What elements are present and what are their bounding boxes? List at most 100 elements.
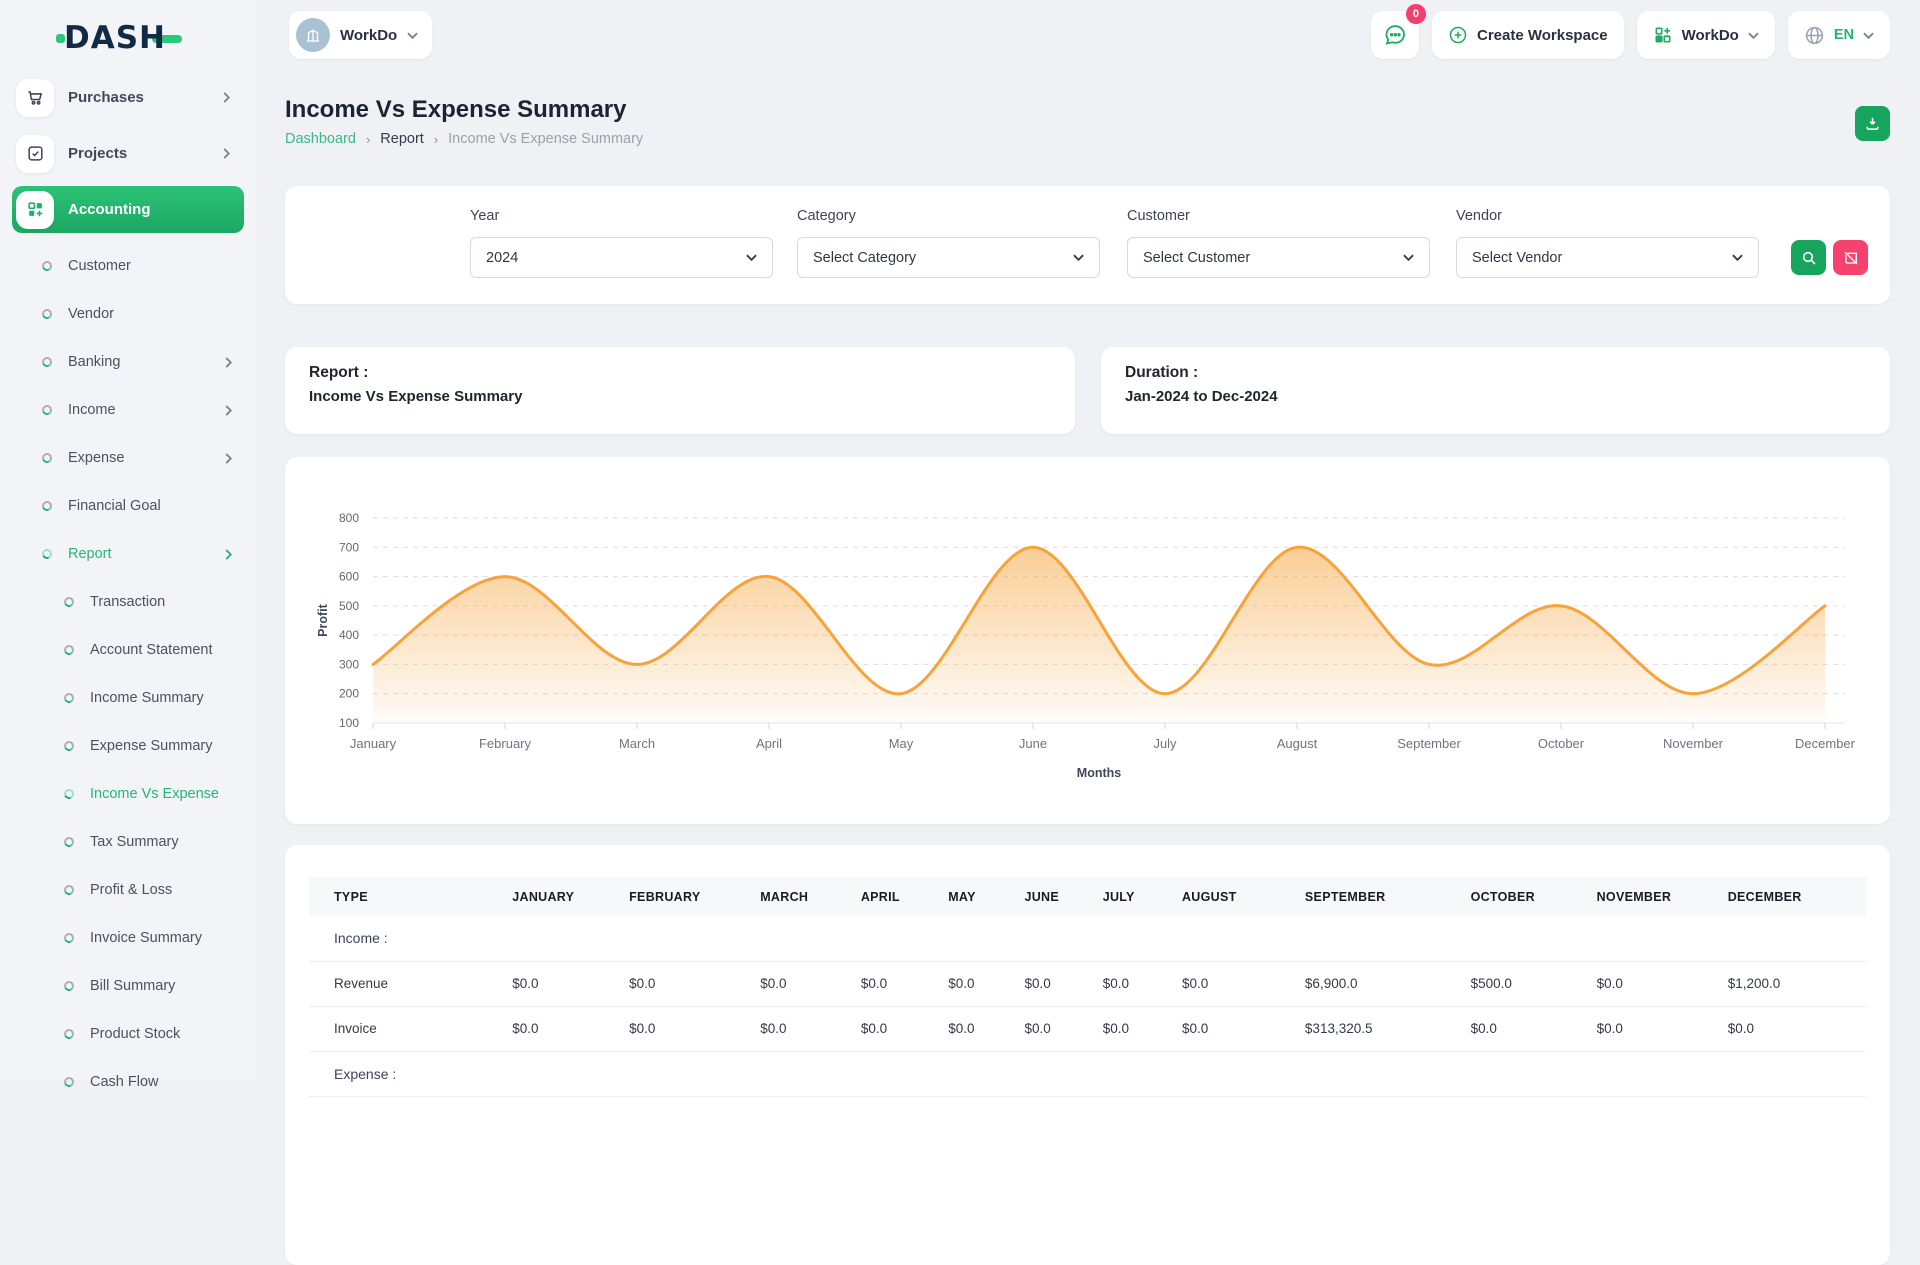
bullet-icon bbox=[63, 788, 76, 801]
sidebar-item-bill-summary[interactable]: Bill Summary bbox=[0, 962, 256, 1010]
bullet-icon bbox=[63, 644, 76, 657]
sidebar-item-accounting[interactable]: Accounting bbox=[12, 186, 244, 233]
svg-text:February: February bbox=[479, 736, 532, 751]
workspace-name: WorkDo bbox=[340, 27, 397, 44]
summary-table-card: TYPEJANUARYFEBRUARYMARCHAPRILMAYJUNEJULY… bbox=[285, 845, 1890, 1265]
bullet-icon bbox=[41, 308, 54, 321]
chevron-down-icon bbox=[1863, 30, 1874, 41]
sidebar-item-label: Customer bbox=[68, 258, 234, 274]
sidebar-item-transaction[interactable]: Transaction bbox=[0, 578, 256, 626]
clear-filter-button[interactable] bbox=[1833, 240, 1868, 275]
cell-value: $0.0 bbox=[948, 1006, 1024, 1051]
customer-value: Select Customer bbox=[1143, 250, 1250, 266]
sidebar-item-label: Banking bbox=[68, 354, 223, 370]
logo-dot-icon bbox=[56, 34, 65, 43]
sidebar-item-customer[interactable]: Customer bbox=[0, 242, 256, 290]
table-header-row: TYPEJANUARYFEBRUARYMARCHAPRILMAYJUNEJULY… bbox=[309, 877, 1866, 916]
sidebar-item-label: Income Summary bbox=[90, 690, 234, 706]
svg-text:800: 800 bbox=[339, 511, 359, 525]
group-label: Expense : bbox=[309, 1051, 1866, 1096]
cell-value: $0.0 bbox=[760, 961, 861, 1006]
chevron-right-icon bbox=[223, 405, 234, 416]
column-header-february: FEBRUARY bbox=[629, 877, 760, 916]
sidebar-item-expense[interactable]: Expense bbox=[0, 434, 256, 482]
cell-value: $0.0 bbox=[629, 961, 760, 1006]
category-select[interactable]: Select Category bbox=[797, 237, 1100, 278]
table-row-revenue: Revenue$0.0$0.0$0.0$0.0$0.0$0.0$0.0$0.0$… bbox=[309, 961, 1866, 1006]
sidebar-item-income[interactable]: Income bbox=[0, 386, 256, 434]
year-select[interactable]: 2024 bbox=[470, 237, 773, 278]
create-workspace-button[interactable]: Create Workspace bbox=[1432, 11, 1624, 59]
sidebar-item-banking[interactable]: Banking bbox=[0, 338, 256, 386]
sidebar-item-label: Income bbox=[68, 402, 223, 418]
sidebar-item-vendor[interactable]: Vendor bbox=[0, 290, 256, 338]
cell-value: $0.0 bbox=[1103, 961, 1182, 1006]
breadcrumb-dashboard[interactable]: Dashboard bbox=[285, 131, 356, 147]
chevron-right-icon bbox=[221, 148, 232, 159]
cell-value: $0.0 bbox=[1182, 961, 1305, 1006]
filter-customer: Customer Select Customer bbox=[1127, 208, 1430, 278]
page-title: Income Vs Expense Summary bbox=[285, 96, 626, 124]
sidebar-item-label: Product Stock bbox=[90, 1026, 234, 1042]
breadcrumb-separator: › bbox=[434, 132, 438, 147]
filter-vendor: Vendor Select Vendor bbox=[1456, 208, 1759, 278]
vendor-value: Select Vendor bbox=[1472, 250, 1562, 266]
sidebar-item-label: Transaction bbox=[90, 594, 234, 610]
chevron-down-icon bbox=[1732, 252, 1743, 263]
sidebar-item-label: Invoice Summary bbox=[90, 930, 234, 946]
download-button[interactable] bbox=[1855, 106, 1890, 141]
sidebar-item-tax-summary[interactable]: Tax Summary bbox=[0, 818, 256, 866]
workspace-switcher[interactable]: WorkDo bbox=[289, 11, 432, 59]
table-row-invoice: Invoice$0.0$0.0$0.0$0.0$0.0$0.0$0.0$0.0$… bbox=[309, 1006, 1866, 1051]
svg-text:September: September bbox=[1397, 736, 1461, 751]
bullet-icon bbox=[63, 884, 76, 897]
customer-select[interactable]: Select Customer bbox=[1127, 237, 1430, 278]
breadcrumb: Dashboard › Report › Income Vs Expense S… bbox=[285, 131, 643, 147]
svg-text:Months: Months bbox=[1077, 766, 1121, 780]
svg-text:500: 500 bbox=[339, 599, 359, 613]
sidebar-item-projects[interactable]: Projects bbox=[12, 130, 244, 177]
tasks-icon bbox=[16, 135, 54, 173]
sidebar-item-cash-flow[interactable]: Cash Flow bbox=[0, 1058, 256, 1106]
messages-button[interactable]: 0 bbox=[1371, 11, 1419, 59]
language-selector[interactable]: EN bbox=[1788, 11, 1890, 59]
duration-label: Duration : bbox=[1125, 364, 1866, 382]
sidebar-item-product-stock[interactable]: Product Stock bbox=[0, 1010, 256, 1058]
app-logo[interactable]: DASH bbox=[64, 20, 182, 56]
download-icon bbox=[1864, 115, 1881, 132]
sidebar-item-label: Financial Goal bbox=[68, 498, 234, 514]
sidebar-item-profit-loss[interactable]: Profit & Loss bbox=[0, 866, 256, 914]
chat-bubble-icon bbox=[1383, 23, 1407, 47]
vendor-select[interactable]: Select Vendor bbox=[1456, 237, 1759, 278]
sidebar-item-income-vs-expense[interactable]: Income Vs Expense bbox=[0, 770, 256, 818]
group-row-income: Income : bbox=[309, 916, 1866, 961]
cell-value: $0.0 bbox=[1597, 961, 1728, 1006]
sidebar-item-report[interactable]: Report bbox=[0, 530, 256, 578]
customer-label: Customer bbox=[1127, 208, 1430, 224]
apply-filter-button[interactable] bbox=[1791, 240, 1826, 275]
clear-filter-icon bbox=[1843, 250, 1859, 266]
svg-text:November: November bbox=[1663, 736, 1724, 751]
svg-text:700: 700 bbox=[339, 540, 359, 554]
duration-value: Jan-2024 to Dec-2024 bbox=[1125, 388, 1866, 405]
sidebar-item-invoice-summary[interactable]: Invoice Summary bbox=[0, 914, 256, 962]
sidebar-item-expense-summary[interactable]: Expense Summary bbox=[0, 722, 256, 770]
language-code: EN bbox=[1834, 27, 1854, 43]
sidebar-item-income-summary[interactable]: Income Summary bbox=[0, 674, 256, 722]
workdo-menu-label: WorkDo bbox=[1682, 27, 1739, 44]
workdo-menu-button[interactable]: WorkDo bbox=[1637, 11, 1775, 59]
svg-text:August: August bbox=[1277, 736, 1318, 751]
income-vs-expense-chart: 100200300400500600700800JanuaryFebruaryM… bbox=[309, 467, 1866, 814]
sidebar-menu: Purchases Projects Accounting Customer V… bbox=[0, 74, 256, 1106]
bullet-icon bbox=[63, 836, 76, 849]
breadcrumb-report[interactable]: Report bbox=[380, 131, 424, 147]
sidebar-item-account-statement[interactable]: Account Statement bbox=[0, 626, 256, 674]
sidebar: DASH Purchases Projects Accounting Custo… bbox=[0, 0, 256, 1080]
sidebar-item-purchases[interactable]: Purchases bbox=[12, 74, 244, 121]
sidebar-item-financial-goal[interactable]: Financial Goal bbox=[0, 482, 256, 530]
globe-icon bbox=[1804, 25, 1825, 46]
svg-text:October: October bbox=[1538, 736, 1585, 751]
bullet-icon bbox=[63, 932, 76, 945]
bullet-icon bbox=[41, 260, 54, 273]
svg-text:May: May bbox=[889, 736, 914, 751]
